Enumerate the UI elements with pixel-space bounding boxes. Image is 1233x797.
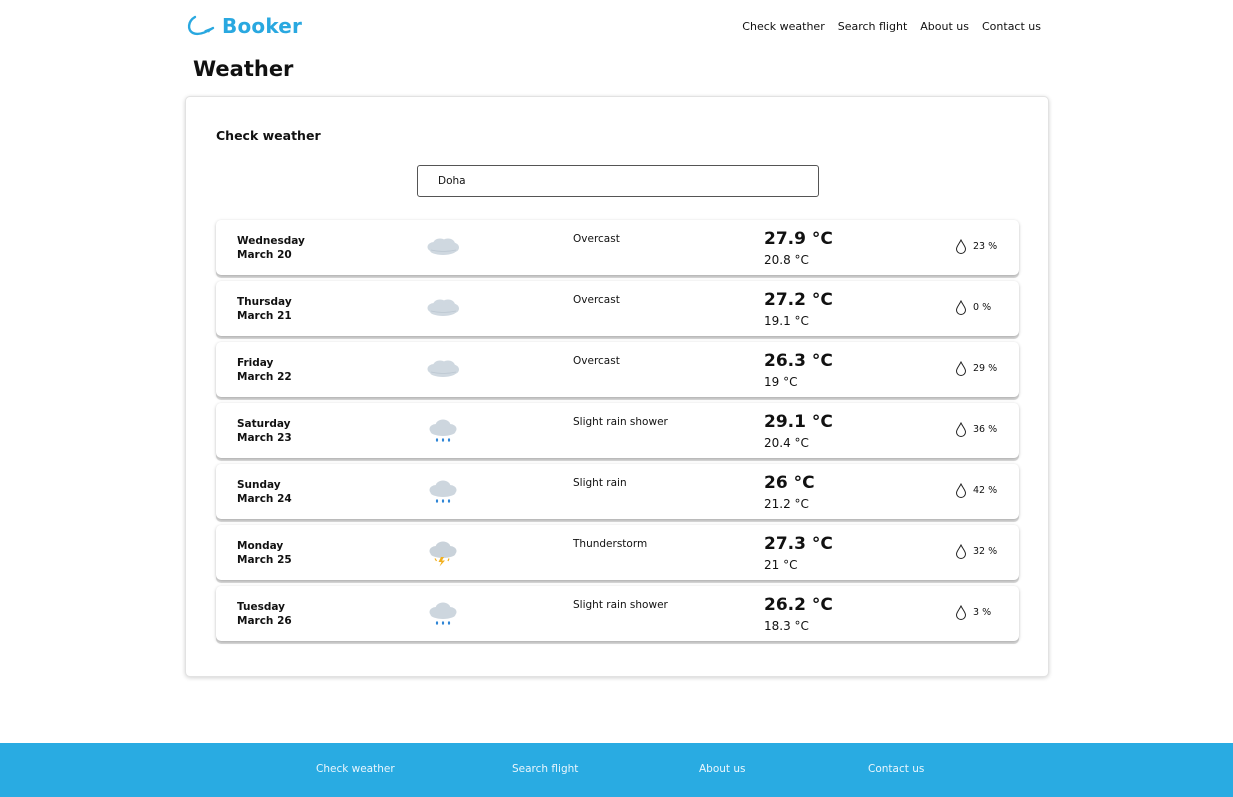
forecast-weekday: Tuesday bbox=[237, 601, 285, 613]
forecast-date: March 24 bbox=[237, 493, 292, 505]
forecast-max-temp: 27.3 °C bbox=[764, 534, 833, 554]
forecast-weekday: Saturday bbox=[237, 418, 291, 430]
forecast-date: March 20 bbox=[237, 249, 292, 261]
forecast-min-temp: 21 °C bbox=[764, 558, 798, 572]
rain-cloud-icon bbox=[429, 602, 457, 625]
forecast-date: March 23 bbox=[237, 432, 292, 444]
forecast-condition: Overcast bbox=[573, 294, 620, 306]
forecast-min-temp: 19.1 °C bbox=[764, 314, 809, 328]
forecast-precipitation: 0 % bbox=[955, 300, 991, 315]
forecast-max-temp: 29.1 °C bbox=[764, 412, 833, 432]
forecast-precipitation: 42 % bbox=[955, 483, 997, 498]
overcast-cloud-icon bbox=[427, 299, 459, 316]
forecast-min-temp: 18.3 °C bbox=[764, 619, 809, 633]
forecast-condition: Thunderstorm bbox=[573, 538, 648, 550]
water-drop-icon bbox=[955, 483, 967, 498]
rain-cloud-icon bbox=[429, 419, 457, 442]
forecast-min-temp: 20.4 °C bbox=[764, 436, 809, 450]
forecast-condition: Slight rain bbox=[573, 477, 627, 489]
forecast-precip-value: 0 % bbox=[973, 302, 992, 313]
forecast-precipitation: 36 % bbox=[955, 422, 997, 437]
water-drop-icon bbox=[955, 544, 967, 559]
forecast-day: Friday March 22 bbox=[237, 356, 292, 384]
forecast-precipitation: 23 % bbox=[955, 239, 997, 254]
forecast-precipitation: 29 % bbox=[955, 361, 997, 376]
forecast-date: March 21 bbox=[237, 310, 292, 322]
forecast-precipitation: 32 % bbox=[955, 544, 997, 559]
site-header: Booker Check weather Search flight About… bbox=[0, 0, 1233, 56]
forecast-min-temp: 19 °C bbox=[764, 375, 798, 389]
forecast-max-temp: 26 °C bbox=[764, 473, 815, 493]
site-footer: Check weather Search flight About us Con… bbox=[0, 743, 1233, 797]
water-drop-icon bbox=[955, 239, 967, 254]
forecast-min-temp: 21.2 °C bbox=[764, 497, 809, 511]
forecast-precip-value: 36 % bbox=[973, 424, 998, 435]
plane-swoosh-icon bbox=[187, 15, 215, 36]
forecast-weekday: Friday bbox=[237, 357, 274, 369]
forecast-day: Thursday March 21 bbox=[237, 295, 292, 323]
water-drop-icon bbox=[955, 361, 967, 376]
nav-about-us[interactable]: About us bbox=[920, 20, 969, 33]
nav-contact-us[interactable]: Contact us bbox=[982, 20, 1041, 33]
forecast-date: March 26 bbox=[237, 615, 292, 627]
forecast-min-temp: 20.8 °C bbox=[764, 253, 809, 267]
forecast-max-temp: 27.9 °C bbox=[764, 229, 833, 249]
forecast-row: Friday March 22 Overcast 26.3 °C 19 °C 2… bbox=[216, 342, 1019, 397]
forecast-max-temp: 27.2 °C bbox=[764, 290, 833, 310]
forecast-date: March 22 bbox=[237, 371, 292, 383]
forecast-row: Thursday March 21 Overcast 27.2 °C 19.1 … bbox=[216, 281, 1019, 336]
city-search-input[interactable] bbox=[417, 165, 819, 197]
forecast-day: Tuesday March 26 bbox=[237, 600, 292, 628]
forecast-precip-value: 3 % bbox=[973, 607, 992, 618]
brand-logo[interactable]: Booker bbox=[186, 14, 302, 38]
forecast-precip-value: 32 % bbox=[973, 546, 998, 557]
forecast-precip-value: 29 % bbox=[973, 363, 998, 374]
forecast-weekday: Sunday bbox=[237, 479, 281, 491]
water-drop-icon bbox=[955, 422, 967, 437]
nav-check-weather[interactable]: Check weather bbox=[742, 20, 824, 33]
nav-search-flight[interactable]: Search flight bbox=[838, 20, 908, 33]
forecast-condition: Slight rain shower bbox=[573, 416, 668, 428]
footer-about-us[interactable]: About us bbox=[699, 763, 746, 775]
water-drop-icon bbox=[955, 605, 967, 620]
overcast-cloud-icon bbox=[427, 360, 459, 377]
forecast-max-temp: 26.3 °C bbox=[764, 351, 833, 371]
thunderstorm-cloud-icon bbox=[429, 541, 457, 567]
forecast-condition: Overcast bbox=[573, 233, 620, 245]
forecast-max-temp: 26.2 °C bbox=[764, 595, 833, 615]
brand-name: Booker bbox=[222, 14, 303, 38]
forecast-weekday: Wednesday bbox=[237, 235, 305, 247]
forecast-condition: Overcast bbox=[573, 355, 620, 367]
forecast-list: Wednesday March 20 Overcast 27.9 °C 20.8… bbox=[216, 220, 1019, 647]
forecast-day: Saturday March 23 bbox=[237, 417, 292, 445]
forecast-day: Sunday March 24 bbox=[237, 478, 292, 506]
forecast-precip-value: 23 % bbox=[973, 241, 998, 252]
forecast-row: Tuesday March 26 Slight rain shower 26.2… bbox=[216, 586, 1019, 641]
weather-card-title: Check weather bbox=[216, 128, 321, 143]
forecast-row: Sunday March 24 Slight rain 26 °C 21.2 °… bbox=[216, 464, 1019, 519]
rain-cloud-icon bbox=[429, 480, 457, 503]
forecast-condition: Slight rain shower bbox=[573, 599, 668, 611]
forecast-weekday: Monday bbox=[237, 540, 284, 552]
water-drop-icon bbox=[955, 300, 967, 315]
forecast-row: Wednesday March 20 Overcast 27.9 °C 20.8… bbox=[216, 220, 1019, 275]
page-title: Weather bbox=[193, 57, 294, 81]
forecast-day: Monday March 25 bbox=[237, 539, 292, 567]
forecast-weekday: Thursday bbox=[237, 296, 292, 308]
footer-search-flight[interactable]: Search flight bbox=[512, 763, 578, 775]
footer-contact-us[interactable]: Contact us bbox=[868, 763, 924, 775]
top-nav: Check weather Search flight About us Con… bbox=[742, 20, 1041, 33]
forecast-precipitation: 3 % bbox=[955, 605, 991, 620]
forecast-precip-value: 42 % bbox=[973, 485, 998, 496]
forecast-row: Monday March 25 Thunderstorm 27.3 °C 21 … bbox=[216, 525, 1019, 580]
forecast-row: Saturday March 23 Slight rain shower 29.… bbox=[216, 403, 1019, 458]
forecast-day: Wednesday March 20 bbox=[237, 234, 305, 262]
footer-check-weather[interactable]: Check weather bbox=[316, 763, 395, 775]
forecast-date: March 25 bbox=[237, 554, 292, 566]
overcast-cloud-icon bbox=[427, 238, 459, 255]
weather-card: Check weather Wednesday March 20 Overcas… bbox=[185, 96, 1049, 677]
